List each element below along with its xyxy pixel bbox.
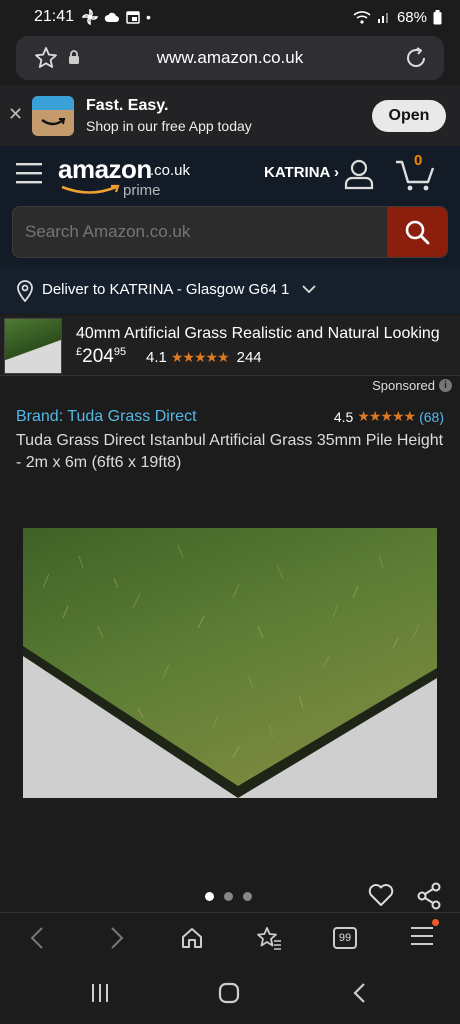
ad-title: 40mm Artificial Grass Realistic and Natu…	[76, 325, 440, 342]
product-rating[interactable]: 4.5 ★★★★★ (68)	[334, 408, 444, 425]
amazon-header: amazon .co.uk prime KATRINA › 0	[0, 146, 460, 204]
image-carousel-dots	[205, 892, 252, 901]
info-icon[interactable]: i	[439, 379, 452, 392]
bookmarks-star-icon[interactable]	[256, 926, 282, 950]
ad-rating-stars: ★★★★★	[170, 349, 230, 365]
logo-tld: .co.uk	[150, 162, 191, 179]
ad-price: £20495	[76, 346, 126, 368]
wifi-icon	[353, 11, 371, 24]
banner-headline: Fast. Easy.	[86, 97, 169, 114]
back-button-icon[interactable]	[352, 982, 366, 1004]
tabs-button[interactable]: 99	[333, 927, 357, 949]
hamburger-menu-icon[interactable]	[16, 162, 42, 184]
app-install-banner: ✕ Fast. Easy. Shop in our free App today…	[0, 86, 460, 146]
battery-percent: 68%	[396, 8, 427, 26]
ad-price-whole: 204	[82, 346, 114, 367]
ad-thumbnail	[4, 318, 62, 374]
ad-price-fraction: 95	[113, 346, 127, 358]
logo-prime: prime	[123, 182, 161, 199]
search-bar	[0, 204, 460, 268]
location-pin-icon	[17, 280, 33, 302]
user-icon[interactable]	[343, 158, 375, 190]
sponsored-product-ad[interactable]: 40mm Artificial Grass Realistic and Natu…	[0, 316, 460, 376]
amazon-logo[interactable]: amazon .co.uk prime	[58, 154, 190, 199]
share-icon[interactable]	[416, 882, 442, 910]
search-icon	[405, 220, 430, 245]
logo-word: amazon	[58, 154, 152, 184]
signal-icon	[377, 13, 388, 23]
search-button[interactable]	[387, 207, 447, 257]
menu-icon[interactable]	[411, 926, 433, 946]
system-navigation-bar	[0, 964, 460, 1024]
product-rating-stars: ★★★★★	[357, 408, 416, 424]
deliver-text: Deliver to KATRINA - Glasgow G64 1	[42, 281, 290, 298]
ad-rating-count: 244	[236, 349, 262, 366]
reload-icon[interactable]	[404, 46, 428, 70]
back-arrow-icon[interactable]	[30, 926, 44, 950]
status-time: 21:41	[34, 8, 75, 25]
heart-icon[interactable]	[368, 883, 394, 907]
product-image[interactable]	[23, 528, 437, 798]
recent-apps-icon[interactable]	[90, 982, 110, 1004]
product-rating-count: (68)	[419, 408, 444, 425]
notification-dot	[432, 919, 439, 926]
battery-icon	[433, 9, 442, 24]
banner-subline: Shop in our free App today	[86, 118, 252, 134]
carousel-dot[interactable]	[243, 892, 252, 901]
calendar-icon	[126, 11, 140, 24]
sponsored-label: Sponsored i	[372, 378, 452, 393]
home-icon[interactable]	[180, 926, 204, 950]
carousel-dot[interactable]	[205, 892, 214, 901]
browser-toolbar: 99	[0, 912, 460, 964]
cloud-icon	[104, 12, 120, 22]
forward-arrow-icon[interactable]	[110, 926, 124, 950]
pinwheel-icon	[82, 9, 99, 25]
status-notification-icons: •	[82, 9, 151, 25]
home-button-icon[interactable]	[218, 982, 240, 1004]
chevron-down-icon	[302, 285, 316, 294]
open-app-button[interactable]: Open	[372, 100, 446, 132]
account-name-link[interactable]: KATRINA ›	[264, 164, 339, 181]
ad-rating: 4.1 ★★★★★ 244	[146, 349, 262, 366]
amazon-product-page: 21:41 • 68% www.amazon.co.uk ✕ Fast. Eas…	[0, 0, 460, 1024]
carousel-dot[interactable]	[224, 892, 233, 901]
product-rating-value: 4.5	[333, 408, 354, 425]
amazon-app-logo	[32, 96, 74, 136]
ad-rating-value: 4.1	[146, 349, 167, 366]
dot-icon: •	[146, 9, 151, 25]
product-title: Tuda Grass Direct Istanbul Artificial Gr…	[16, 432, 444, 471]
url-text[interactable]: www.amazon.co.uk	[16, 48, 444, 68]
address-bar[interactable]: www.amazon.co.uk	[16, 36, 444, 80]
close-banner-icon[interactable]: ✕	[8, 104, 23, 125]
status-right: 68%	[353, 9, 442, 26]
deliver-to-bar[interactable]: Deliver to KATRINA - Glasgow G64 1	[0, 268, 460, 314]
smile-icon	[61, 184, 120, 194]
status-bar: 21:41 • 68%	[0, 0, 460, 34]
search-input[interactable]	[13, 207, 389, 257]
search-box	[12, 206, 448, 258]
cart-count: 0	[414, 152, 423, 169]
sponsored-text: Sponsored	[372, 378, 435, 393]
brand-link[interactable]: Brand: Tuda Grass Direct	[16, 408, 197, 426]
